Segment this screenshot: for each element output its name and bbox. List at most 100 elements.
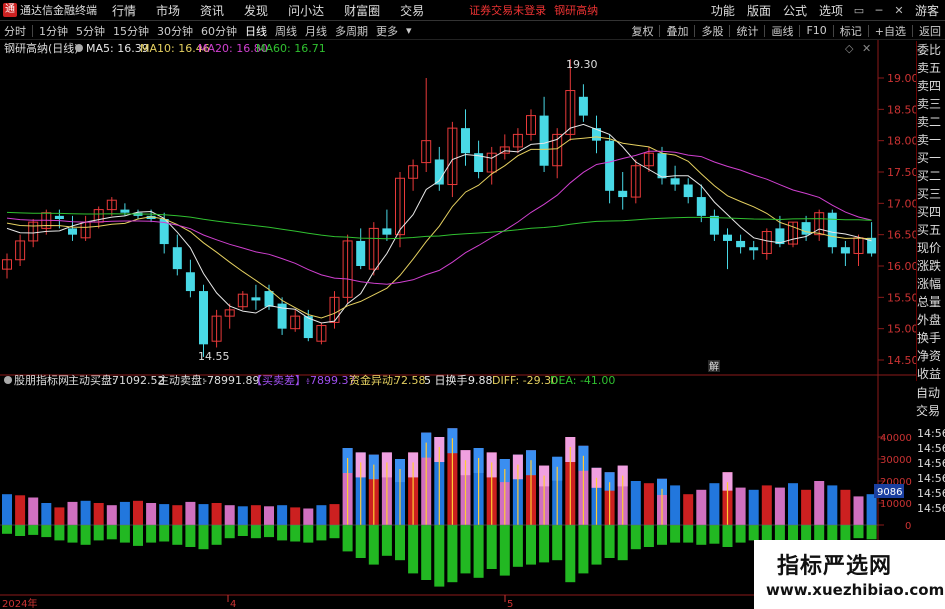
period-multi[interactable]: 多周期 bbox=[331, 23, 372, 39]
indicator-buy-bar bbox=[277, 505, 288, 525]
candle-body bbox=[657, 153, 667, 179]
period-15min[interactable]: 15分钟 bbox=[109, 23, 153, 39]
btn-draw[interactable]: 画线 bbox=[767, 23, 797, 39]
menu-function[interactable]: 功能 bbox=[705, 2, 741, 19]
time-label: 14:56 bbox=[917, 427, 945, 440]
low-price-label: 14.55 bbox=[198, 350, 230, 363]
guest-user[interactable]: 游客 bbox=[909, 2, 945, 19]
quote-panel: 委比 卖五 卖四 卖三 卖二 卖一 买一 买二 买三 买四 买五 现价 涨跌 涨幅 总量 外盘 换手 净资 收益 bbox=[916, 41, 945, 381]
menu-wealth[interactable]: 财富圈 bbox=[334, 2, 390, 19]
period-30min[interactable]: 30分钟 bbox=[153, 23, 197, 39]
btn-overlay[interactable]: 叠加 bbox=[662, 23, 692, 39]
window-restore-icon[interactable]: ▭ bbox=[849, 4, 869, 17]
window-close-icon[interactable]: ✕ bbox=[889, 4, 909, 17]
indicator-buy-bar bbox=[93, 503, 104, 525]
period-1min[interactable]: 1分钟 bbox=[35, 23, 72, 39]
price-tick-label: 19.00 bbox=[887, 72, 919, 85]
period-weekly[interactable]: 周线 bbox=[271, 23, 301, 39]
btn-add-watchlist[interactable]: +自选 bbox=[871, 23, 910, 39]
indicator-buy-bar bbox=[788, 483, 798, 525]
btn-multi-stock[interactable]: 多股 bbox=[697, 23, 727, 39]
indicator-sell-bar bbox=[329, 525, 340, 539]
fund-value: 72.58 bbox=[394, 374, 426, 387]
app-title: 通达信金融终端 bbox=[20, 4, 97, 17]
quote-item: 买一 bbox=[917, 151, 942, 165]
indicator-sell-bar bbox=[526, 525, 536, 565]
indicator-sell-bar bbox=[355, 525, 366, 558]
indicator-buy-bar bbox=[774, 487, 785, 525]
indicator-sell-bar bbox=[146, 525, 157, 543]
current-value: 9086 bbox=[877, 487, 902, 498]
more-dropdown-icon[interactable]: ▾ bbox=[402, 24, 416, 37]
indicator-buy-bar bbox=[106, 505, 117, 525]
price-tick-label: 15.50 bbox=[887, 291, 919, 304]
btn-adjust[interactable]: 复权 bbox=[627, 23, 657, 39]
period-5min[interactable]: 5分钟 bbox=[72, 23, 109, 39]
candle-body bbox=[68, 228, 77, 235]
period-monthly[interactable]: 月线 bbox=[301, 23, 331, 39]
menu-discover[interactable]: 发现 bbox=[234, 2, 278, 19]
chart-settings-icon[interactable] bbox=[75, 44, 83, 52]
time-label-column: 14:56 14:56 14:56 14:56 14:56 14:56 bbox=[917, 427, 945, 515]
window-minimize-icon[interactable]: ─ bbox=[869, 4, 889, 17]
period-60min[interactable]: 60分钟 bbox=[197, 23, 241, 39]
indicator-sell-bar bbox=[172, 525, 183, 545]
candle-body bbox=[539, 115, 549, 166]
indicator-buy-bar bbox=[198, 504, 209, 525]
kline-chart[interactable]: 钢研高纳(日线) MA5: 16.39 MA10: 16.46 MA20: 16… bbox=[0, 40, 945, 609]
indicator-sell-bar bbox=[486, 525, 497, 569]
indicator-sell-bar bbox=[15, 525, 26, 536]
unlock-marker[interactable]: 解 bbox=[709, 360, 719, 373]
indicator-sell-bar bbox=[670, 525, 681, 543]
quote-item: 涨跌 bbox=[917, 259, 942, 273]
menu-layout[interactable]: 版面 bbox=[741, 2, 777, 19]
btn-stats[interactable]: 统计 bbox=[732, 23, 762, 39]
indicator-sell-bar bbox=[473, 525, 484, 578]
time-label: 14:56 bbox=[917, 472, 945, 485]
menu-formula[interactable]: 公式 bbox=[777, 2, 813, 19]
indicator-buy-bar bbox=[264, 506, 274, 525]
menu-news[interactable]: 资讯 bbox=[190, 2, 234, 19]
menu-quotes[interactable]: 行情 bbox=[102, 2, 146, 19]
indicator-sell-bar bbox=[133, 525, 143, 546]
candle-body bbox=[578, 96, 588, 116]
period-more[interactable]: 更多 bbox=[372, 23, 402, 39]
indicator-buy-bar bbox=[159, 504, 170, 525]
indicator-buy-bar bbox=[748, 489, 759, 525]
chart-area[interactable]: 钢研高纳(日线) MA5: 16.39 MA10: 16.46 MA20: 16… bbox=[0, 40, 945, 609]
login-status[interactable]: 证券交易未登录 bbox=[469, 2, 546, 18]
candle-body bbox=[199, 291, 208, 345]
btn-f10[interactable]: F10 bbox=[802, 24, 830, 37]
period-intraday[interactable]: 分时 bbox=[0, 23, 30, 39]
candle-body bbox=[120, 209, 130, 213]
indicator-sell-bar bbox=[499, 525, 510, 576]
period-daily[interactable]: 日线 bbox=[241, 23, 271, 39]
indicator-sell-bar bbox=[224, 525, 235, 539]
indicator-buy-bar bbox=[250, 505, 261, 525]
btn-back[interactable]: 返回 bbox=[915, 23, 945, 39]
indicator-sell-bar bbox=[290, 525, 301, 542]
macd-diff: DIFF: -29.30 bbox=[492, 374, 558, 387]
indicator-buy-bar bbox=[28, 497, 39, 525]
menu-market[interactable]: 市场 bbox=[146, 2, 190, 19]
close-panel-icon[interactable]: ✕ bbox=[862, 42, 871, 55]
indicator-sell-bar bbox=[264, 525, 274, 538]
menu-ask[interactable]: 问小达 bbox=[278, 2, 334, 19]
menu-options[interactable]: 选项 bbox=[813, 2, 849, 19]
auto-trade-label[interactable]: 自动 bbox=[916, 384, 945, 402]
toolbar-divider bbox=[912, 24, 913, 37]
indicator-buy-bar bbox=[630, 481, 641, 525]
diamond-icon[interactable]: ◇ bbox=[845, 42, 854, 55]
indicator-sell-bar bbox=[696, 525, 707, 545]
trade-label[interactable]: 交易 bbox=[916, 402, 945, 420]
indicator-sell-bar bbox=[617, 525, 628, 561]
time-label: 14:56 bbox=[917, 502, 945, 515]
indicator-buy-bar bbox=[237, 506, 248, 525]
indicator-buy-bar bbox=[211, 503, 222, 525]
indicator-sell-bar bbox=[460, 525, 471, 574]
btn-mark[interactable]: 标记 bbox=[836, 23, 866, 39]
quote-item: 外盘 bbox=[917, 313, 942, 327]
indicator-settings-icon[interactable] bbox=[4, 376, 12, 384]
menu-trade[interactable]: 交易 bbox=[390, 2, 434, 19]
sell-label: 主动卖盘: bbox=[158, 373, 206, 387]
